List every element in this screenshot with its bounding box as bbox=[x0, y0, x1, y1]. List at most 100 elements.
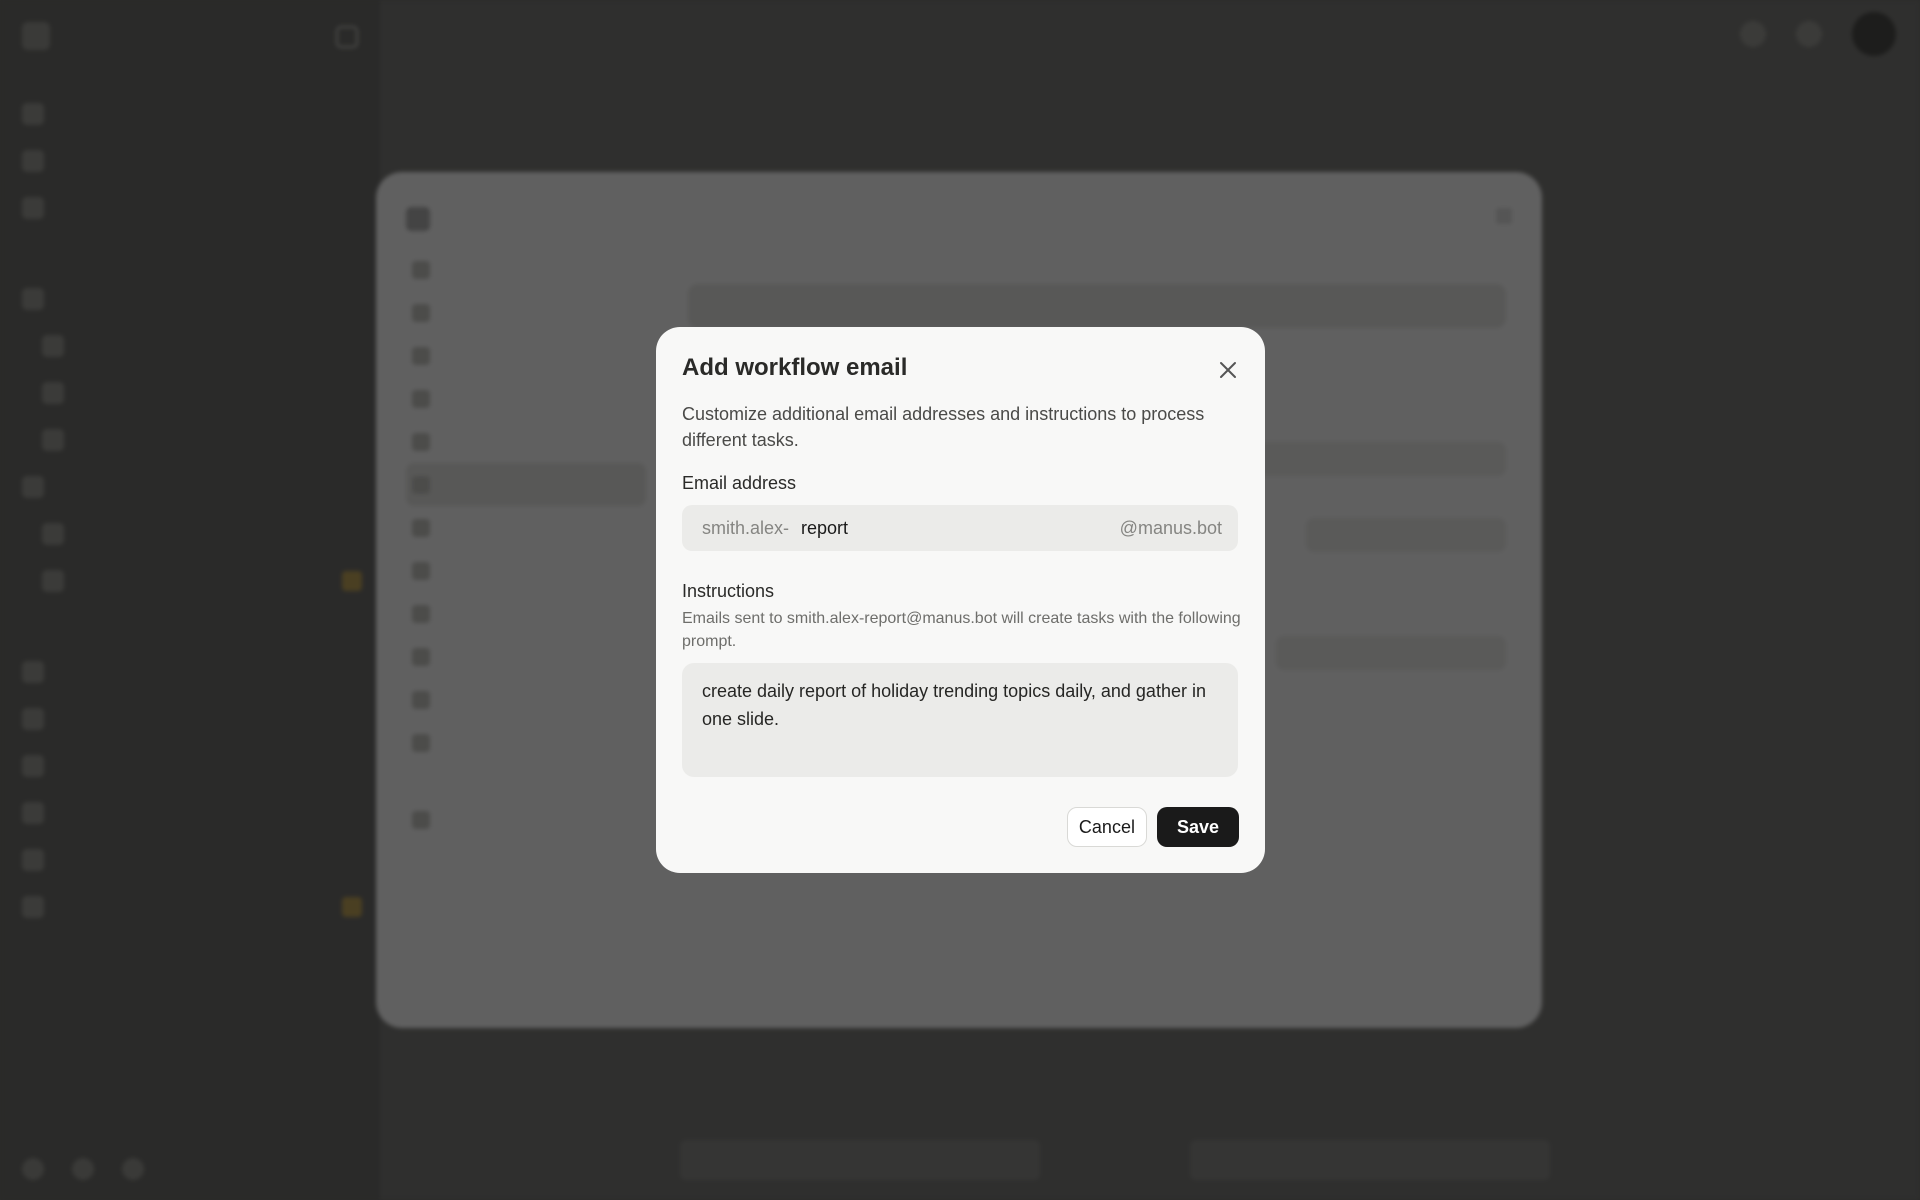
help-icon bbox=[412, 810, 430, 829]
task-icon bbox=[22, 754, 44, 777]
sidebar-row bbox=[22, 510, 362, 557]
settings-nav-item bbox=[406, 420, 646, 463]
settings-nav-item bbox=[406, 635, 646, 678]
instructions-textarea[interactable]: create daily report of holiday trending … bbox=[682, 663, 1238, 777]
settings-row bbox=[1236, 442, 1506, 476]
email-domain-suffix: @manus.bot bbox=[1119, 517, 1222, 538]
settings-nav-item bbox=[406, 592, 646, 635]
email-local-part-input[interactable] bbox=[801, 517, 1102, 539]
folder-icon bbox=[22, 287, 44, 310]
settings-nav bbox=[406, 202, 646, 841]
card bbox=[1190, 1140, 1550, 1180]
nav-icon bbox=[412, 389, 430, 408]
nav-icon bbox=[412, 733, 430, 752]
instructions-hint: Emails sent to smith.alex-report@manus.b… bbox=[682, 610, 1241, 650]
sidebar-row bbox=[22, 789, 362, 836]
task-icon bbox=[22, 801, 44, 824]
nav-icon bbox=[412, 432, 430, 451]
nav-icon bbox=[412, 346, 430, 365]
folder-icon bbox=[22, 475, 44, 498]
sidebar bbox=[0, 0, 380, 1200]
credits-icon bbox=[1796, 21, 1822, 47]
sidebar-section bbox=[22, 245, 362, 275]
notification-icon bbox=[1740, 21, 1766, 47]
task-icon bbox=[22, 707, 44, 730]
footer-icon bbox=[22, 1158, 44, 1180]
task-icon bbox=[42, 522, 64, 545]
settings-banner bbox=[688, 284, 1506, 328]
settings-nav-item bbox=[406, 377, 646, 420]
task-icon bbox=[42, 428, 64, 451]
cancel-button[interactable]: Cancel bbox=[1066, 807, 1147, 847]
sidebar-row bbox=[22, 137, 362, 184]
sidebar-row bbox=[22, 416, 362, 463]
footer-icon bbox=[72, 1158, 94, 1180]
nav-icon bbox=[22, 149, 44, 172]
email-prefix: smith.alex- bbox=[702, 517, 790, 538]
email-address-label: Email address bbox=[682, 473, 797, 493]
settings-nav-item bbox=[406, 549, 646, 592]
nav-icon bbox=[412, 604, 430, 623]
task-icon bbox=[22, 895, 44, 918]
status-dot bbox=[342, 570, 362, 591]
nav-icon bbox=[412, 561, 430, 580]
dialog-title: Add workflow email bbox=[682, 354, 908, 381]
avatar bbox=[1852, 12, 1896, 56]
dialog-actions: Cancel Save bbox=[1066, 807, 1239, 847]
settings-close-icon bbox=[1496, 208, 1512, 224]
sidebar-footer bbox=[22, 1158, 362, 1180]
nav-icon bbox=[412, 690, 430, 709]
sidebar-row bbox=[22, 836, 362, 883]
footer-icon bbox=[122, 1158, 144, 1180]
sidebar-row bbox=[22, 648, 362, 695]
settings-nav-item bbox=[406, 506, 646, 549]
nav-icon bbox=[412, 518, 430, 537]
task-icon bbox=[42, 569, 64, 592]
sidebar-toggle-icon bbox=[336, 26, 358, 48]
settings-nav-item bbox=[406, 721, 646, 764]
sidebar-row bbox=[22, 90, 362, 137]
settings-brand bbox=[406, 202, 646, 236]
nav-icon bbox=[412, 260, 430, 279]
cards-row bbox=[680, 1140, 1550, 1180]
settings-nav-item-active bbox=[406, 463, 646, 506]
dialog-description: Customize additional email addresses and… bbox=[682, 404, 1205, 450]
sidebar-row bbox=[22, 184, 362, 231]
nav-icon bbox=[412, 303, 430, 322]
task-icon bbox=[22, 848, 44, 871]
logo-icon bbox=[22, 22, 50, 50]
save-button[interactable]: Save bbox=[1156, 807, 1239, 847]
sidebar-row bbox=[22, 695, 362, 742]
mail-icon bbox=[412, 475, 430, 494]
sidebar-row bbox=[22, 463, 362, 510]
sidebar-row bbox=[22, 369, 362, 416]
settings-nav-item bbox=[406, 334, 646, 377]
email-address-field: smith.alex- @manus.bot bbox=[682, 505, 1238, 551]
nav-icon bbox=[412, 647, 430, 666]
card bbox=[680, 1140, 1040, 1180]
settings-row bbox=[1276, 636, 1506, 670]
sidebar-row bbox=[22, 883, 362, 930]
task-icon bbox=[42, 381, 64, 404]
task-icon bbox=[42, 334, 64, 357]
settings-nav-item bbox=[406, 291, 646, 334]
logo-icon bbox=[406, 207, 430, 231]
task-icon bbox=[22, 660, 44, 683]
settings-nav-item bbox=[406, 248, 646, 291]
sidebar-row bbox=[22, 275, 362, 322]
status-dot bbox=[342, 896, 362, 917]
nav-icon bbox=[22, 196, 44, 219]
settings-nav-item bbox=[406, 678, 646, 721]
sidebar-nav bbox=[22, 90, 362, 930]
sidebar-row bbox=[22, 742, 362, 789]
settings-nav-item bbox=[406, 798, 646, 841]
sidebar-header bbox=[22, 22, 62, 50]
close-button[interactable] bbox=[1213, 355, 1243, 385]
add-workflow-email-dialog: Add workflow email Customize additional … bbox=[656, 327, 1265, 873]
settings-row bbox=[1306, 518, 1506, 552]
sidebar-section bbox=[22, 618, 362, 648]
sidebar-row bbox=[22, 557, 362, 604]
instructions-label: Instructions bbox=[682, 581, 775, 601]
top-right-controls bbox=[1740, 12, 1896, 56]
close-icon bbox=[1220, 362, 1236, 378]
